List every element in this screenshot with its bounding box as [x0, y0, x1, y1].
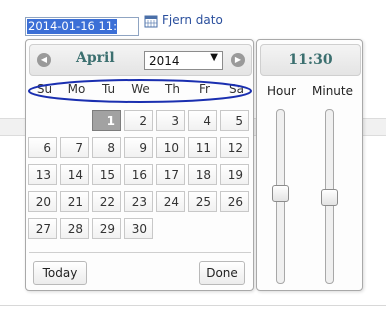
day-cell[interactable]: 8	[92, 137, 121, 158]
annotation-ellipse	[28, 79, 252, 103]
panel-divider	[29, 252, 251, 253]
day-cell[interactable]: 22	[92, 191, 121, 212]
day-cell[interactable]: 24	[156, 191, 185, 212]
day-cell[interactable]: 20	[28, 191, 57, 212]
day-cell-selected[interactable]: 1	[92, 110, 121, 131]
time-display: 11:30	[260, 44, 361, 76]
day-cell[interactable]: 23	[124, 191, 153, 212]
next-month-icon[interactable]: ▶	[231, 53, 245, 67]
datetime-input-text[interactable]	[27, 19, 117, 34]
day-cell[interactable]: 6	[28, 137, 57, 158]
day-cell[interactable]: 27	[28, 218, 57, 239]
day-cell[interactable]: 15	[92, 164, 121, 185]
day-cell[interactable]: 12	[220, 137, 249, 158]
day-cell[interactable]: 14	[60, 164, 89, 185]
day-cell[interactable]: 4	[188, 110, 217, 131]
day-cell[interactable]: 19	[220, 164, 249, 185]
day-cell[interactable]: 11	[188, 137, 217, 158]
chevron-down-icon: ▼	[210, 52, 218, 63]
year-select[interactable]: 2014 ▼	[144, 51, 223, 70]
day-cell[interactable]: 2	[124, 110, 153, 131]
background-divider	[0, 305, 386, 306]
minute-slider[interactable]	[321, 109, 338, 284]
day-cell[interactable]: 16	[124, 164, 153, 185]
day-cell[interactable]: 9	[124, 137, 153, 158]
calendar-icon[interactable]	[144, 14, 158, 28]
day-cell[interactable]: 13	[28, 164, 57, 185]
datetime-input[interactable]	[25, 17, 139, 36]
minute-slider-handle[interactable]	[321, 189, 338, 207]
hour-slider-handle[interactable]	[272, 184, 289, 202]
day-cell[interactable]: 30	[124, 218, 153, 239]
month-label: April	[76, 50, 115, 66]
day-cell[interactable]: 5	[220, 110, 249, 131]
remove-date-link[interactable]: Fjern dato	[162, 13, 223, 27]
date-picker-panel: ◀ April 2014 ▼ ▶ Su Mo Tu We Th Fr Sa 1 …	[25, 39, 254, 291]
day-cell[interactable]: 10	[156, 137, 185, 158]
hour-slider[interactable]	[272, 109, 289, 284]
day-cell[interactable]: 7	[60, 137, 89, 158]
time-picker-panel: 11:30 Hour Minute	[256, 39, 363, 291]
day-cell[interactable]: 21	[60, 191, 89, 212]
prev-month-icon[interactable]: ◀	[37, 53, 51, 67]
day-cell[interactable]: 18	[188, 164, 217, 185]
calendar-header: ◀ April 2014 ▼ ▶	[29, 44, 252, 76]
today-button[interactable]: Today	[33, 261, 87, 285]
day-cell[interactable]: 25	[188, 191, 217, 212]
day-cell[interactable]: 26	[220, 191, 249, 212]
day-cell[interactable]: 29	[92, 218, 121, 239]
day-cell[interactable]: 17	[156, 164, 185, 185]
day-cell[interactable]: 3	[156, 110, 185, 131]
year-select-value: 2014	[149, 54, 180, 68]
minute-label: Minute	[312, 84, 353, 98]
day-cell[interactable]: 28	[60, 218, 89, 239]
done-button[interactable]: Done	[199, 261, 245, 285]
hour-label: Hour	[267, 84, 296, 98]
